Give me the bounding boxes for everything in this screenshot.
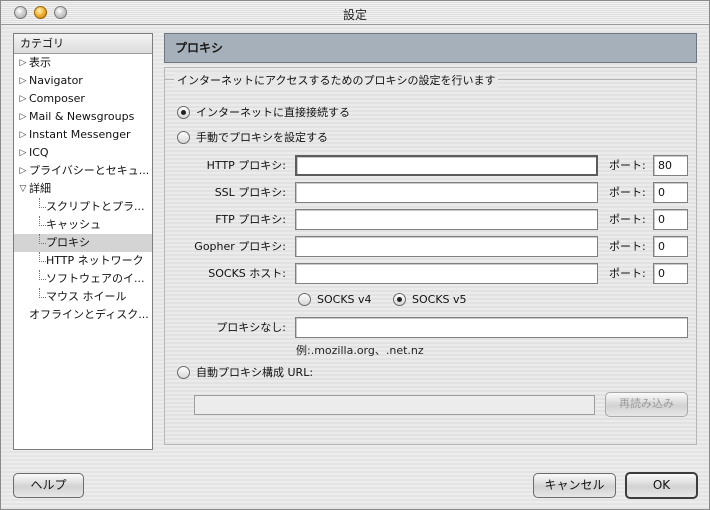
socks-v4-radio[interactable]: SOCKS v4 [298,292,383,308]
category-item-navigator[interactable]: ▷ Navigator [14,72,152,90]
auto-proxy-url-input[interactable] [194,395,595,415]
category-item-advanced[interactable]: ▽ 詳細 [14,180,152,198]
http-proxy-label: HTTP プロキシ: [206,159,286,172]
tree-connector [39,270,46,280]
socks-v5-radio[interactable]: SOCKS v5 [393,292,478,308]
gopher-port-label: ポート: [609,240,646,253]
expand-triangle-icon[interactable]: ▷ [18,54,28,72]
group-title: インターネットにアクセスするためのプロキシの設定を行います [174,72,499,88]
ftp-port-label: ポート: [609,213,646,226]
socks-port-input[interactable] [653,263,688,284]
help-button[interactable]: ヘルプ [13,473,84,498]
category-label: マウス ホイール [46,290,127,303]
category-label: スクリプトとプラ... [46,200,145,213]
no-proxy-label: プロキシなし: [216,321,286,334]
auto-proxy-label: 自動プロキシ構成 URL: [196,366,314,379]
tree-connector [39,234,46,244]
expand-triangle-icon[interactable]: ▷ [18,72,28,90]
category-label: プライバシーとセキュ... [29,164,150,177]
gopher-proxy-label: Gopher プロキシ: [194,240,286,253]
http-port-input[interactable] [653,155,688,176]
socks-host-input[interactable] [295,263,598,284]
no-proxy-input[interactable] [295,317,688,338]
ssl-proxy-input[interactable] [295,182,598,203]
ok-button[interactable]: OK [625,472,698,499]
category-label: Mail & Newsgroups [29,110,135,123]
category-tree[interactable]: カテゴリ ▷ 表示 ▷ Navigator ▷ Composer ▷ Mail … [13,33,153,450]
gopher-port-input[interactable] [653,236,688,257]
category-item-proxies[interactable]: プロキシ [14,234,152,252]
http-port-label: ポート: [609,159,646,172]
window-title: 設定 [342,8,367,22]
category-item-cache[interactable]: キャッシュ [14,216,152,234]
category-item-mail-newsgroups[interactable]: ▷ Mail & Newsgroups [14,108,152,126]
reload-button[interactable]: 再読み込み [605,392,688,417]
socks-host-label: SOCKS ホスト: [208,267,286,280]
preferences-window: 設定 カテゴリ ▷ 表示 ▷ Navigator ▷ Composer ▷ Ma… [0,0,710,510]
manual-proxy-label: 手動でプロキシを設定する [196,131,328,144]
category-label: HTTP ネットワーク [46,254,144,267]
category-item-icq[interactable]: ▷ ICQ [14,144,152,162]
ftp-proxy-label: FTP プロキシ: [215,213,286,226]
ssl-port-input[interactable] [653,182,688,203]
collapse-triangle-icon[interactable]: ▽ [18,180,28,198]
ftp-proxy-input[interactable] [295,209,598,230]
cancel-button[interactable]: キャンセル [533,473,616,498]
expand-triangle-icon[interactable]: ▷ [18,126,28,144]
socks-port-label: ポート: [609,267,646,280]
tree-connector [39,216,46,226]
category-label: 詳細 [29,182,51,195]
category-label: ソフトウェアのイ... [46,272,145,285]
socks-v5-label: SOCKS v5 [412,293,467,306]
category-label: Instant Messenger [29,128,131,141]
category-item-appearance[interactable]: ▷ 表示 [14,54,152,72]
no-proxy-example: 例:.mozilla.org、.net.nz [296,344,424,357]
direct-connection-label: インターネットに直接接続する [196,106,350,119]
expand-triangle-icon[interactable]: ▷ [18,144,28,162]
radio-unchecked-icon[interactable] [177,366,190,379]
tree-connector [39,252,46,262]
category-item-instant-messenger[interactable]: ▷ Instant Messenger [14,126,152,144]
category-label: Composer [29,92,85,105]
manual-proxy-radio[interactable]: 手動でプロキシを設定する [177,130,377,146]
tree-connector [39,288,46,298]
category-item-privacy-security[interactable]: ▷ プライバシーとセキュ... [14,162,152,180]
category-item-scripts-plugins[interactable]: スクリプトとプラ... [14,198,152,216]
category-label: ICQ [29,146,49,159]
tree-connector [39,198,46,208]
ftp-port-input[interactable] [653,209,688,230]
direct-connection-radio[interactable]: インターネットに直接接続する [177,105,377,121]
gopher-proxy-input[interactable] [295,236,598,257]
expand-triangle-icon[interactable]: ▷ [18,108,28,126]
category-item-http-networking[interactable]: HTTP ネットワーク [14,252,152,270]
socks-v4-label: SOCKS v4 [317,293,372,306]
category-item-mouse-wheel[interactable]: マウス ホイール [14,288,152,306]
category-item-software-installation[interactable]: ソフトウェアのイ... [14,270,152,288]
title-bar[interactable]: 設定 [1,1,709,25]
category-item-composer[interactable]: ▷ Composer [14,90,152,108]
radio-unchecked-icon[interactable] [177,131,190,144]
category-label: キャッシュ [46,218,101,231]
panel-title: プロキシ [164,33,697,63]
category-label: Navigator [29,74,83,87]
radio-unchecked-icon[interactable] [298,293,311,306]
expand-triangle-icon[interactable]: ▷ [18,90,28,108]
category-tree-header: カテゴリ [14,34,152,54]
radio-checked-icon[interactable] [393,293,406,306]
ssl-port-label: ポート: [609,186,646,199]
auto-proxy-radio[interactable]: 自動プロキシ構成 URL: [177,365,377,381]
expand-triangle-icon[interactable]: ▷ [18,162,28,180]
category-label: プロキシ [46,236,90,249]
http-proxy-input[interactable] [295,155,598,176]
category-label: オフラインとディスク... [29,308,149,321]
ssl-proxy-label: SSL プロキシ: [214,186,286,199]
category-item-offline-disk[interactable]: オフラインとディスク... [14,306,152,324]
category-label: 表示 [29,56,51,69]
radio-checked-icon[interactable] [177,106,190,119]
